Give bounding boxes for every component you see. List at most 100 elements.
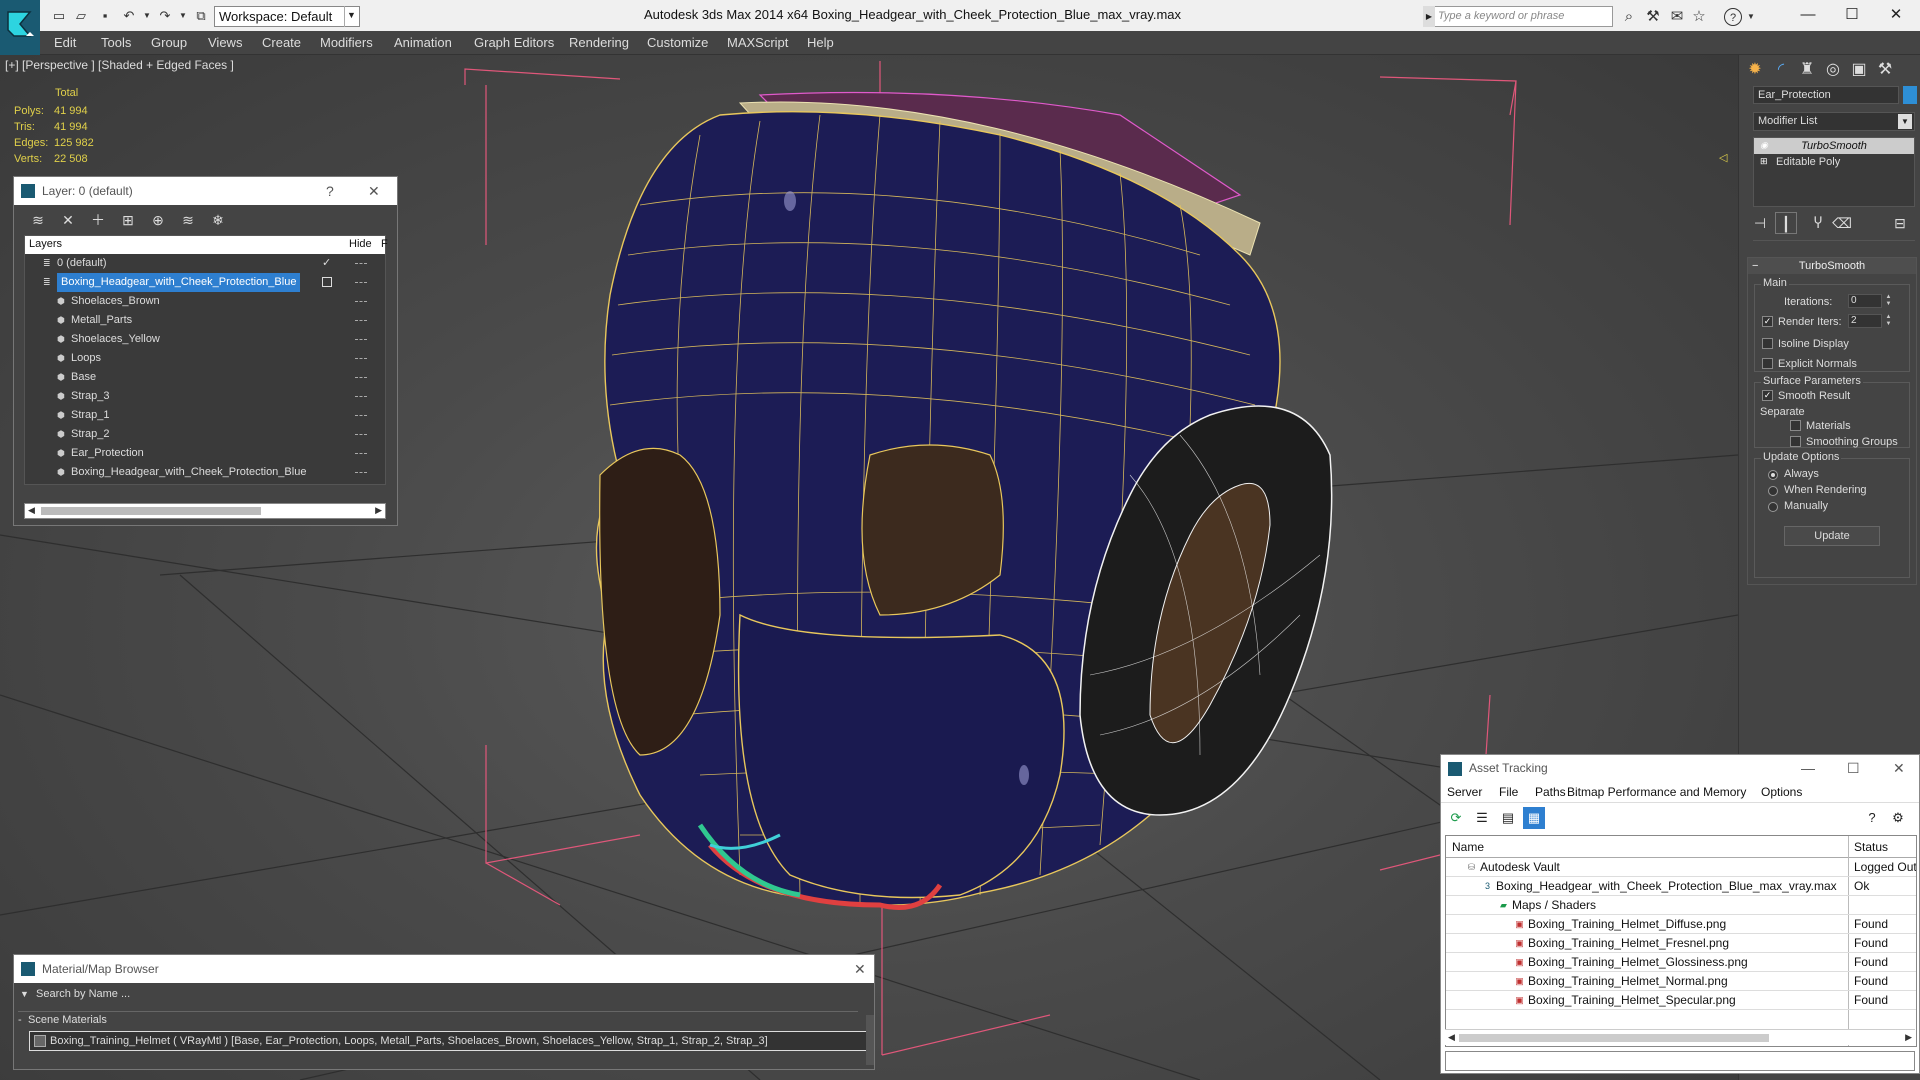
layer-row[interactable]: ≣ 0 (default) ✓ bbox=[25, 254, 385, 273]
asset-row[interactable]: 3 Boxing_Headgear_with_Cheek_Protection_B… bbox=[1446, 877, 1916, 896]
scroll-right-icon[interactable]: ▶ bbox=[375, 505, 382, 516]
menu-rendering[interactable]: Rendering bbox=[569, 35, 629, 50]
layer-horizontal-scrollbar[interactable]: ◀ ▶ bbox=[24, 503, 386, 519]
add-to-layer-icon[interactable]: ＋ bbox=[88, 210, 108, 230]
undo-dropdown-icon[interactable]: ▼ bbox=[138, 7, 156, 25]
asset-menu-server[interactable]: Server bbox=[1447, 785, 1482, 799]
asset-row[interactable]: ▣ Boxing_Training_Helmet_Glossiness.png Fo… bbox=[1446, 953, 1916, 972]
create-layer-icon[interactable]: ≋ bbox=[28, 210, 48, 230]
freeze-all-layers-icon[interactable]: ❄ bbox=[208, 210, 228, 230]
explicit-normals-checkbox[interactable] bbox=[1762, 358, 1773, 369]
redo-icon[interactable]: ↷ bbox=[156, 7, 174, 25]
render-iters-spinner[interactable]: 2 bbox=[1848, 314, 1882, 328]
layer-row[interactable]: ⬢ Shoelaces_Yellow bbox=[25, 330, 385, 349]
menu-animation[interactable]: Animation bbox=[394, 35, 452, 50]
menu-help[interactable]: Help bbox=[807, 35, 834, 50]
delete-layer-icon[interactable]: ✕ bbox=[58, 210, 78, 230]
scroll-left-icon[interactable]: ◀ bbox=[28, 505, 35, 516]
show-end-result-icon[interactable]: ┃ bbox=[1775, 212, 1797, 234]
settings-icon[interactable]: ⚙ bbox=[1887, 807, 1909, 829]
undo-icon[interactable]: ↶ bbox=[120, 7, 138, 25]
utilities-tab-icon[interactable]: ⚒ bbox=[1873, 58, 1897, 82]
layer-row[interactable]: ⬢ Ear_Protection bbox=[25, 444, 385, 463]
hide-toggle[interactable] bbox=[355, 320, 367, 321]
scroll-thumb[interactable] bbox=[1459, 1034, 1769, 1042]
layer-row[interactable]: ⬢ Strap_1 bbox=[25, 406, 385, 425]
hide-toggle[interactable] bbox=[355, 453, 367, 454]
menu-views[interactable]: Views bbox=[208, 35, 242, 50]
scroll-right-icon[interactable]: ▶ bbox=[1905, 1032, 1912, 1043]
spinner-arrows-icon[interactable]: ▲ ▼ bbox=[1884, 294, 1893, 308]
layer-row[interactable]: ⬢ Loops bbox=[25, 349, 385, 368]
asset-row[interactable]: ⛁ Autodesk Vault Logged Out bbox=[1446, 858, 1916, 877]
smooth-result-checkbox[interactable]: ✓ bbox=[1762, 390, 1773, 401]
make-unique-icon[interactable]: Ⴤ bbox=[1807, 212, 1829, 234]
asset-menu-file[interactable]: File bbox=[1499, 785, 1518, 799]
table-view-icon[interactable]: ▦ bbox=[1523, 807, 1545, 829]
layer-row[interactable]: ⬢ Strap_2 bbox=[25, 425, 385, 444]
menu-graph-editors[interactable]: Graph Editors bbox=[474, 35, 554, 50]
save-file-icon[interactable]: ▪ bbox=[96, 7, 114, 25]
layer-row[interactable]: ≣ Boxing_Headgear_with_Cheek_Protection_B… bbox=[25, 273, 385, 292]
hide-toggle[interactable] bbox=[355, 396, 367, 397]
modify-tab-icon[interactable]: ◜ bbox=[1769, 58, 1793, 82]
menu-modifiers[interactable]: Modifiers bbox=[320, 35, 373, 50]
project-folder-icon[interactable]: ⧉ bbox=[192, 7, 210, 25]
hide-toggle[interactable] bbox=[355, 282, 367, 283]
material-search-input[interactable]: ▼ Search by Name ... bbox=[14, 983, 874, 1005]
motion-tab-icon[interactable]: ◎ bbox=[1821, 58, 1845, 82]
hide-toggle[interactable] bbox=[355, 339, 367, 340]
hide-all-layers-icon[interactable]: ≋ bbox=[178, 210, 198, 230]
subscription-icon[interactable]: ⚒ bbox=[1644, 8, 1662, 26]
hide-toggle[interactable] bbox=[355, 263, 367, 264]
favorites-star-icon[interactable]: ☆ bbox=[1690, 8, 1708, 26]
col-layers[interactable]: Layers bbox=[29, 238, 62, 250]
help-icon[interactable]: ? bbox=[326, 177, 334, 205]
help-dropdown-icon[interactable]: ▼ bbox=[1742, 8, 1760, 26]
stack-item-turbosmooth[interactable]: ◉ TurboSmooth bbox=[1754, 138, 1914, 154]
stack-item-editable-poly[interactable]: ⊞ Editable Poly bbox=[1754, 154, 1914, 170]
binoculars-icon[interactable]: ⌕ bbox=[1620, 8, 1638, 26]
asset-menu-bitmap[interactable]: Bitmap Performance and Memory bbox=[1567, 785, 1746, 799]
communication-icon[interactable]: ✉ bbox=[1668, 8, 1686, 26]
close-icon[interactable]: ✕ bbox=[854, 955, 866, 983]
highlight-layer-icon[interactable]: ⊕ bbox=[148, 210, 168, 230]
col-status[interactable]: Status bbox=[1854, 840, 1888, 854]
close-icon[interactable]: ✕ bbox=[1893, 755, 1905, 781]
isoline-display-checkbox[interactable] bbox=[1762, 338, 1773, 349]
close-icon[interactable]: ✕ bbox=[368, 177, 380, 205]
always-radio[interactable] bbox=[1768, 470, 1778, 480]
layer-row[interactable]: ⬢ Boxing_Headgear_with_Cheek_Protection_B… bbox=[25, 463, 385, 482]
lightbulb-icon[interactable]: ◉ bbox=[1760, 140, 1768, 150]
help-icon[interactable]: ? bbox=[1861, 807, 1883, 829]
col-name[interactable]: Name bbox=[1452, 840, 1484, 854]
minimize-icon[interactable]: — bbox=[1801, 755, 1815, 781]
app-logo[interactable] bbox=[0, 0, 40, 55]
minimize-button[interactable]: — bbox=[1788, 4, 1828, 26]
set-current-layer-box[interactable] bbox=[322, 277, 332, 287]
configure-modifier-sets-icon[interactable]: ⊟ bbox=[1889, 212, 1911, 234]
active-layer-check-icon[interactable]: ✓ bbox=[322, 254, 331, 273]
when-rendering-radio[interactable] bbox=[1768, 486, 1778, 496]
asset-row[interactable]: ▣ Boxing_Training_Helmet_Fresnel.png Found bbox=[1446, 934, 1916, 953]
asset-row[interactable]: ▰ Maps / Shaders bbox=[1446, 896, 1916, 915]
menu-tools[interactable]: Tools bbox=[101, 35, 131, 50]
menu-maxscript[interactable]: MAXScript bbox=[727, 35, 788, 50]
pin-stack-icon[interactable]: ⊣ bbox=[1749, 212, 1771, 234]
asset-row[interactable]: ▣ Boxing_Training_Helmet_Diffuse.png Found bbox=[1446, 915, 1916, 934]
menu-create[interactable]: Create bbox=[262, 35, 301, 50]
list-view-icon[interactable]: ☰ bbox=[1471, 807, 1493, 829]
chevron-down-icon[interactable]: ▼ bbox=[344, 6, 358, 27]
thumbnail-view-icon[interactable]: ▤ bbox=[1497, 807, 1519, 829]
new-file-icon[interactable]: ▭ bbox=[50, 7, 68, 25]
material-item[interactable]: Boxing_Training_Helmet ( VRayMtl ) [Base… bbox=[29, 1031, 869, 1051]
hide-toggle[interactable] bbox=[355, 472, 367, 473]
materials-checkbox[interactable] bbox=[1790, 420, 1801, 431]
search-expand-icon[interactable]: ▶ bbox=[1423, 6, 1435, 27]
material-browser-titlebar[interactable]: Material/Map Browser ✕ bbox=[14, 955, 874, 983]
spinner-arrows-icon[interactable]: ▲ ▼ bbox=[1884, 314, 1893, 328]
manually-radio[interactable] bbox=[1768, 502, 1778, 512]
col-freeze[interactable]: F bbox=[381, 238, 388, 250]
hide-toggle[interactable] bbox=[355, 301, 367, 302]
hide-toggle[interactable] bbox=[355, 434, 367, 435]
